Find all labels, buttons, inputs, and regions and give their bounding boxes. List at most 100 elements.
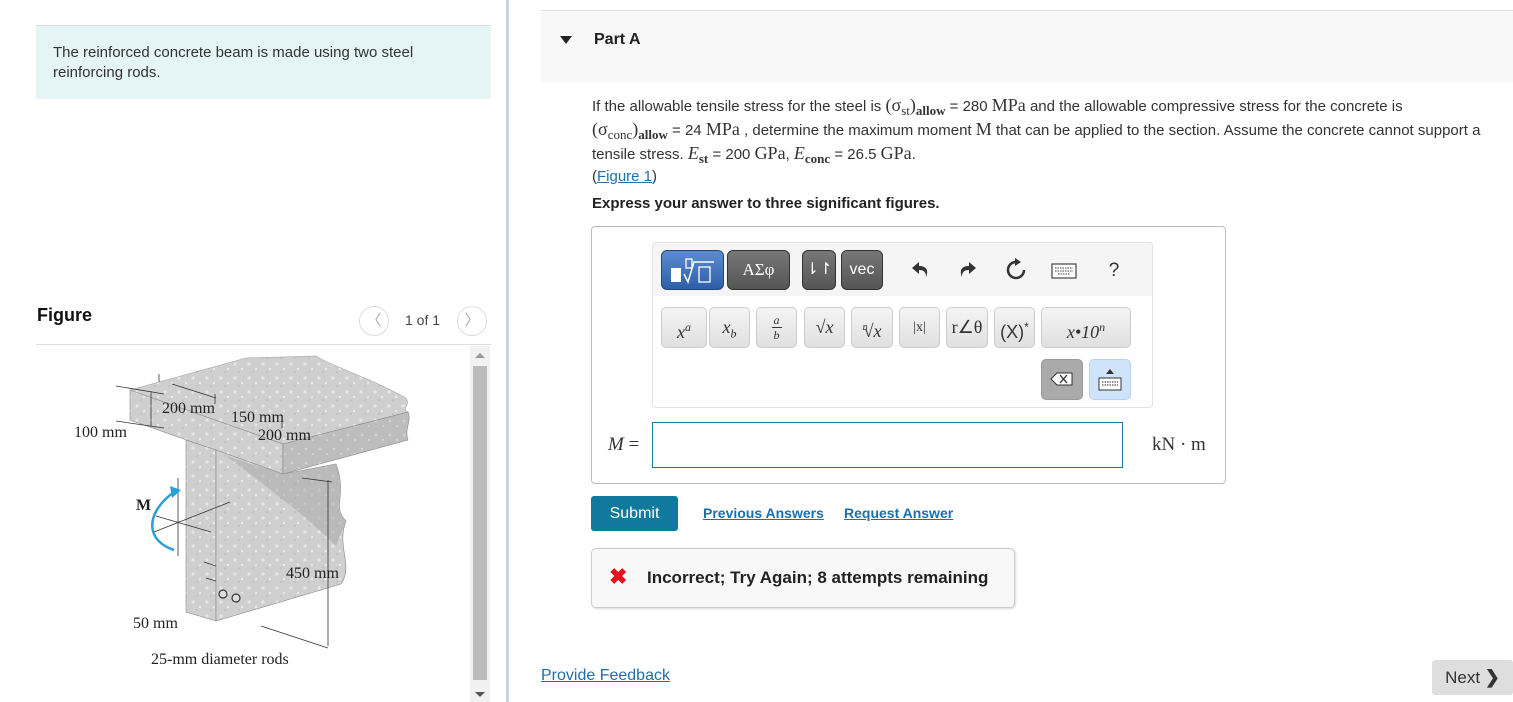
next-label: Next [1445, 668, 1481, 687]
key-text: b [730, 326, 737, 341]
figure-scrollbar[interactable] [470, 346, 490, 702]
polar-angle-key[interactable]: r∠θ [946, 307, 988, 348]
label-flange-thickness: 100 mm [74, 424, 127, 441]
scientific-notation-key[interactable]: x•10n [1041, 307, 1131, 348]
label-rod-note: 25-mm diameter rods [151, 651, 289, 668]
q-value: = 200 [708, 146, 755, 163]
keyboard-icon [1051, 263, 1077, 279]
help-button[interactable]: ? [1101, 258, 1127, 284]
redo-button[interactable] [954, 258, 980, 284]
math-editor-toolbar: ΑΣφ ⇂↾ vec ? xa xb ab √x n√x |x| r∠θ (X)… [652, 242, 1153, 408]
label-flange-left: 200 mm [162, 400, 215, 417]
previous-answers-link[interactable]: Previous Answers [703, 505, 824, 521]
q-sigma: (σ [592, 119, 608, 139]
arrows-button[interactable]: ⇂↾ [802, 250, 836, 290]
key-text: a [685, 320, 691, 334]
label-web-depth: 450 mm [286, 565, 339, 582]
part-header[interactable]: Part A [541, 10, 1513, 82]
templates-button[interactable] [661, 250, 724, 290]
key-text: x [722, 317, 731, 337]
variable-symbol: M [608, 434, 624, 455]
key-text: a [771, 313, 782, 328]
q-text: and the allowable compressive stress for… [1025, 98, 1403, 115]
superscript-key[interactable]: xa [661, 307, 707, 348]
q-sub: st [901, 103, 910, 118]
figure-prev-button[interactable]: 〈 [359, 306, 389, 336]
answer-variable-label: M = [608, 434, 639, 456]
scroll-thumb[interactable] [473, 366, 487, 680]
q-unit: GPa [880, 143, 912, 163]
figure-header: Figure 〈 1 of 1 〉 [36, 300, 491, 345]
q-sub-allow: allow [915, 103, 946, 118]
key-text: b [773, 328, 780, 342]
instruction-text: Express your answer to three significant… [592, 195, 940, 212]
q-value: = 280 [945, 98, 992, 115]
answer-box: ΑΣφ ⇂↾ vec ? xa xb ab √x n√x |x| r∠θ (X)… [591, 226, 1226, 484]
vec-button[interactable]: vec [841, 250, 883, 290]
equals-sign: = [623, 434, 640, 455]
next-button[interactable]: Next ❯ [1432, 660, 1513, 695]
feedback-message: ✖ Incorrect; Try Again; 8 attempts remai… [591, 548, 1015, 608]
label-rod-cover: 50 mm [133, 615, 178, 632]
q-text: ) [652, 168, 658, 185]
intro-text: The reinforced concrete beam is made usi… [53, 44, 414, 81]
template-root-icon [670, 258, 714, 285]
q-sub: conc [804, 151, 831, 166]
figure-image: 200 mm 150 mm 200 mm 100 mm 450 mm 50 mm… [36, 346, 470, 702]
q-sub-allow: allow [638, 127, 668, 142]
reset-button[interactable] [1003, 258, 1029, 284]
q-unit: MPa [705, 119, 740, 139]
key-text: x [677, 322, 685, 342]
part-title: Part A [594, 31, 641, 48]
q-math: (σconc) [592, 119, 638, 141]
q-text: , [785, 146, 794, 163]
key-text: n [1099, 320, 1106, 334]
chevron-right-icon: ❯ [1484, 667, 1500, 687]
sqrt-key[interactable]: √x [804, 307, 845, 348]
q-unit: MPa [991, 95, 1026, 115]
scroll-down-icon[interactable] [475, 692, 485, 697]
label-moment: M [136, 497, 151, 514]
incorrect-x-icon: ✖ [609, 564, 628, 589]
absolute-value-key[interactable]: |x| [899, 307, 940, 348]
caret-down-icon[interactable] [560, 36, 572, 44]
key-text: x•10 [1066, 322, 1100, 342]
toolbar-top-row: ΑΣφ ⇂↾ vec ? [653, 243, 1152, 296]
chevron-right-icon: 〉 [464, 312, 480, 329]
answer-units: kN · m [1152, 434, 1206, 455]
conjugate-key[interactable]: (X)* [994, 307, 1035, 348]
submit-button[interactable]: Submit [591, 496, 678, 531]
key-text: √x [863, 321, 882, 341]
pane-divider[interactable] [506, 0, 509, 702]
undo-icon [912, 262, 928, 277]
keyboard-toggle-button[interactable] [1089, 359, 1131, 400]
q-unit: GPa [754, 143, 786, 163]
redo-icon [960, 262, 976, 277]
subscript-key[interactable]: xb [709, 307, 750, 348]
figure-title: Figure [37, 305, 93, 325]
keyboard-toggle-icon [1098, 369, 1122, 391]
q-math: (σst) [885, 95, 915, 118]
fraction-key[interactable]: ab [756, 307, 797, 348]
request-answer-link[interactable]: Request Answer [844, 505, 953, 521]
beam-diagram: 200 mm 150 mm 200 mm 100 mm 450 mm 50 mm… [74, 355, 410, 668]
undo-button[interactable] [908, 258, 934, 284]
backspace-icon [1050, 372, 1073, 386]
chevron-left-icon: 〈 [366, 312, 382, 329]
greek-button[interactable]: ΑΣφ [727, 250, 790, 290]
left-pane: The reinforced concrete beam is made usi… [0, 0, 506, 702]
backspace-button[interactable] [1041, 359, 1083, 400]
answer-input[interactable] [652, 422, 1123, 468]
reset-icon [1006, 258, 1026, 280]
feedback-text: Incorrect; Try Again; 8 attempts remaini… [647, 568, 989, 587]
figure-link[interactable]: Figure 1 [597, 168, 652, 185]
q-value: = 26.5 [830, 146, 881, 163]
keyboard-button[interactable] [1051, 258, 1077, 284]
provide-feedback-link[interactable]: Provide Feedback [541, 667, 670, 685]
q-E: E [687, 143, 699, 163]
nth-root-key[interactable]: n√x [851, 307, 893, 348]
figure-next-button[interactable]: 〉 [457, 306, 487, 336]
problem-intro: The reinforced concrete beam is made usi… [36, 25, 491, 99]
q-sub: st [698, 151, 709, 166]
scroll-up-icon[interactable] [475, 353, 485, 358]
